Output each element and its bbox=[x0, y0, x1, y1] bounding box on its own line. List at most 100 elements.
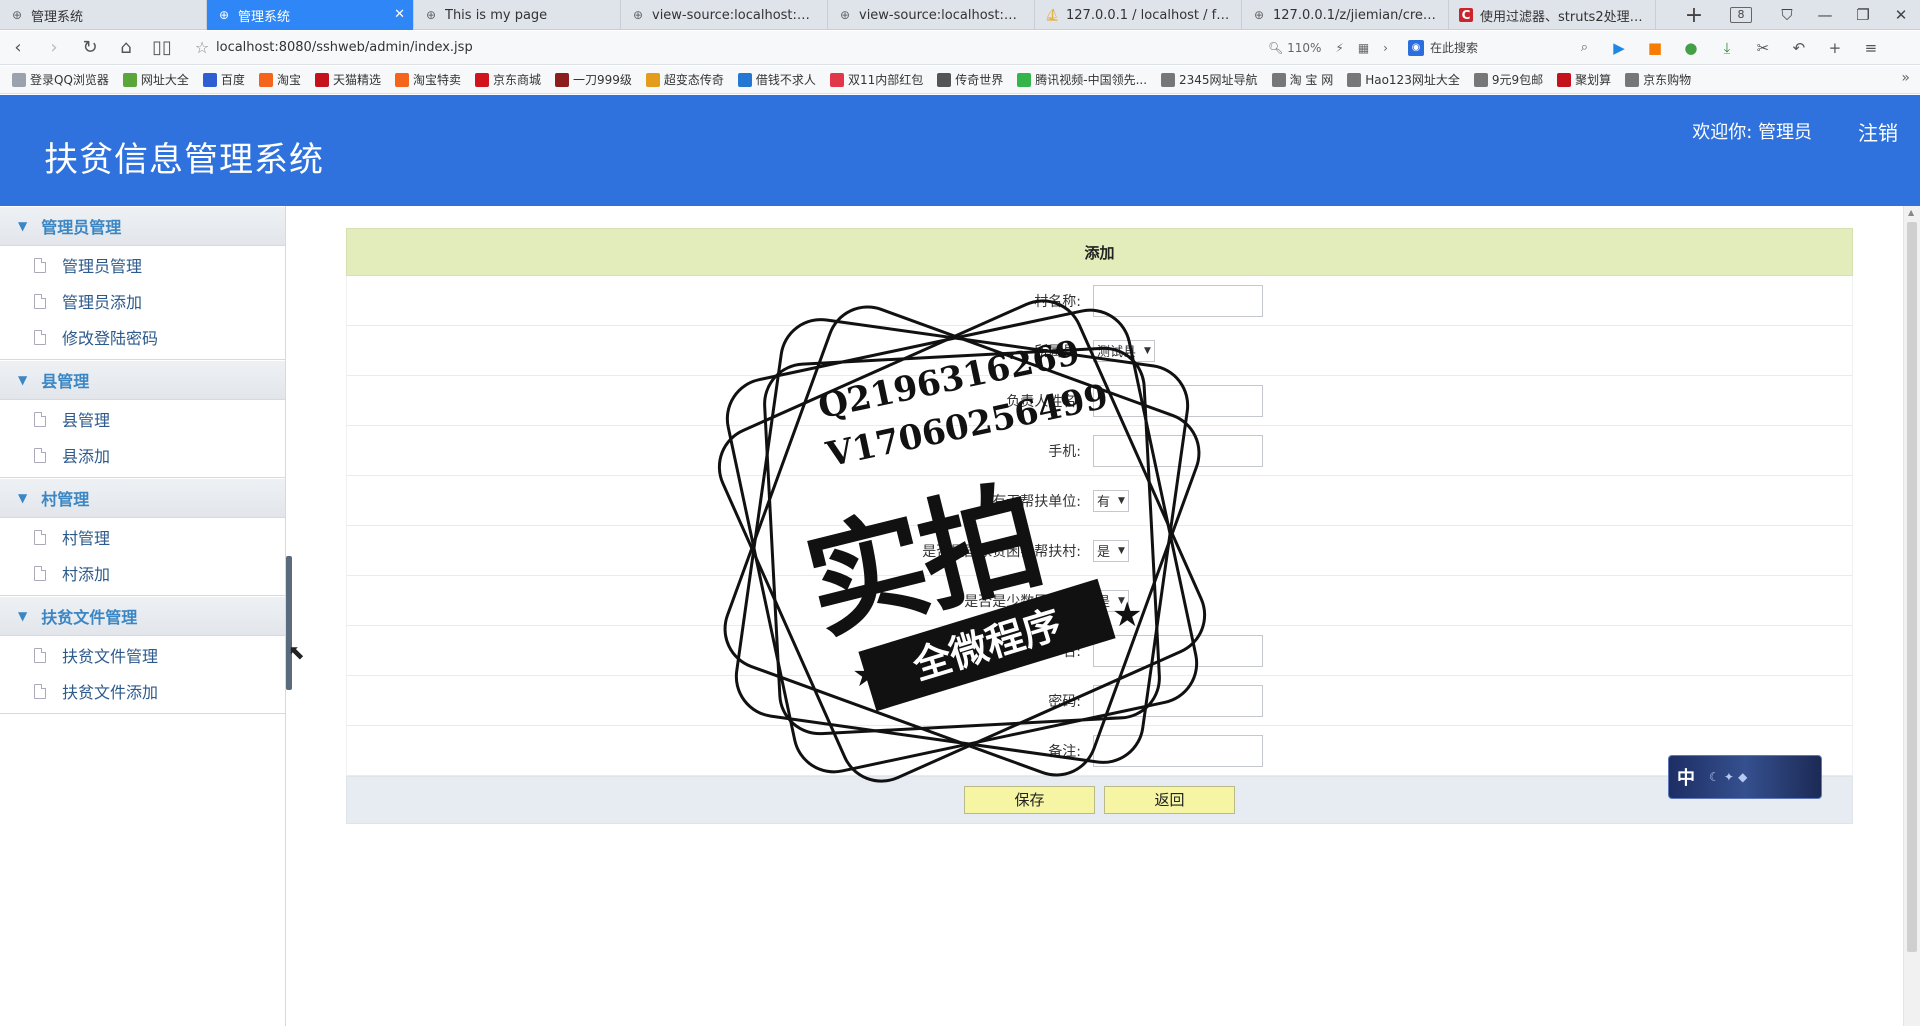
bookmark-item[interactable]: 2345网址导航 bbox=[1161, 71, 1258, 88]
sidebar-item[interactable]: 管理员添加 bbox=[0, 283, 285, 319]
forward-icon[interactable]: › bbox=[36, 37, 72, 58]
bookmark-item[interactable]: 一刀999级 bbox=[555, 71, 632, 88]
text-input[interactable] bbox=[1093, 384, 1263, 417]
download-icon[interactable]: ⤓ bbox=[1716, 37, 1738, 59]
sidebar-item[interactable]: 县管理 bbox=[0, 401, 285, 437]
bookmark-item[interactable]: 京东购物 bbox=[1625, 71, 1691, 88]
grid-icon[interactable]: ▦ bbox=[1358, 41, 1369, 55]
reload-icon[interactable]: ↻ bbox=[72, 37, 108, 58]
close-tab-icon[interactable]: ✕ bbox=[394, 7, 405, 22]
bookmark-item[interactable]: 京东商城 bbox=[474, 71, 541, 88]
wechat-icon[interactable]: ● bbox=[1680, 37, 1702, 59]
select-dropdown[interactable]: 是 ▼ bbox=[1093, 589, 1129, 612]
text-input[interactable] bbox=[1093, 634, 1263, 667]
close-window-button[interactable]: ✕ bbox=[1882, 6, 1920, 24]
add-icon[interactable]: + bbox=[1824, 37, 1846, 59]
search-box[interactable]: ◉ 在此搜索 ⌕ bbox=[1407, 36, 1588, 60]
select-dropdown[interactable]: 是 ▼ bbox=[1093, 539, 1129, 562]
bookmark-star-icon[interactable]: ☆ bbox=[188, 38, 216, 57]
bookmark-item[interactable]: 淘 宝 网 bbox=[1271, 71, 1333, 88]
logout-link[interactable]: 注销 bbox=[1858, 117, 1898, 146]
browser-tab[interactable]: ⊕ 127.0.0.1/z/jiemian/create.p bbox=[1242, 0, 1449, 30]
sidebar-item[interactable]: 扶贫文件管理 bbox=[0, 637, 285, 673]
browser-tab[interactable]: ⛵︎ 127.0.0.1 / localhost / fupin bbox=[1035, 0, 1242, 30]
sidebar-item[interactable]: 县添加 bbox=[0, 437, 285, 473]
save-button[interactable]: 保存 bbox=[964, 786, 1095, 814]
search-icon[interactable]: ⌕ bbox=[1581, 40, 1588, 55]
address-bar[interactable]: ☆ localhost:8080/sshweb/admin/index.jsp bbox=[188, 35, 1248, 61]
browser-tab[interactable]: ⊕ 管理系统 bbox=[0, 0, 207, 30]
back-icon[interactable]: ‹ bbox=[0, 37, 36, 58]
sidebar-splitter-handle[interactable] bbox=[286, 556, 292, 690]
form-label: 有无帮扶单位: bbox=[992, 493, 1081, 510]
sidebar-item[interactable]: 修改登陆密码 bbox=[0, 319, 285, 355]
browser-tab[interactable]: ⊕ view-source:localhost:8080/ bbox=[621, 0, 828, 30]
menu-icon[interactable]: ≡ bbox=[1860, 37, 1882, 59]
globe-icon: ⊕ bbox=[425, 8, 437, 22]
bookmark-item[interactable]: 淘宝 bbox=[258, 71, 301, 88]
browser-tab[interactable]: ⊕ view-source:localhost:8080/ bbox=[828, 0, 1035, 30]
page-scrollbar[interactable]: ▲ bbox=[1903, 206, 1920, 1026]
restore-button[interactable]: ❐ bbox=[1844, 6, 1882, 24]
bookmark-item[interactable]: 双11内部红包 bbox=[829, 71, 923, 88]
minimize-button[interactable]: — bbox=[1806, 6, 1844, 24]
chevron-right-icon[interactable]: › bbox=[1383, 41, 1388, 55]
scroll-up-icon[interactable]: ▲ bbox=[1908, 208, 1914, 217]
bookmark-item[interactable]: 超变态传奇 bbox=[645, 71, 724, 88]
text-input[interactable] bbox=[1093, 734, 1263, 767]
sidebar-group-header[interactable]: ▼ 村管理 bbox=[0, 478, 285, 518]
bookmark-favicon-icon bbox=[1017, 72, 1032, 87]
scissors-icon[interactable]: ✂ bbox=[1752, 37, 1774, 59]
toolbar-extensions: ▶ ■ ● ⤓ ✂ ↶ + ≡ bbox=[1608, 37, 1882, 59]
sidebar-group-header[interactable]: ▼ 管理员管理 bbox=[0, 206, 285, 246]
bookmark-item[interactable]: 淘宝特卖 bbox=[394, 71, 461, 88]
bookmark-item[interactable]: 天猫精选 bbox=[314, 71, 381, 88]
bookmark-item[interactable]: 百度 bbox=[202, 71, 245, 88]
app-header: 扶贫信息管理系统 欢迎你: 管理员 注销 bbox=[0, 95, 1920, 206]
browser-toolbar: ‹ › ↻ ⌂ ▯▯ ☆ localhost:8080/sshweb/admin… bbox=[0, 31, 1920, 65]
text-input[interactable] bbox=[1093, 684, 1263, 717]
sidebar-item-label: 村添加 bbox=[62, 565, 111, 584]
reader-icon[interactable]: ▯▯ bbox=[144, 37, 180, 58]
search-engine-icon[interactable]: ◉ bbox=[1407, 39, 1424, 56]
home-icon[interactable]: ⌂ bbox=[108, 37, 144, 58]
sidebar-group-header[interactable]: ▼ 县管理 bbox=[0, 360, 285, 400]
back-button[interactable]: 返回 bbox=[1104, 786, 1235, 814]
play-icon[interactable]: ▶ bbox=[1608, 37, 1630, 59]
new-tab-button[interactable]: + bbox=[1674, 3, 1714, 28]
bookmark-item[interactable]: 借钱不求人 bbox=[737, 71, 816, 88]
text-input[interactable] bbox=[1093, 284, 1263, 317]
zoom-level[interactable]: 🔍︎ 110% bbox=[1268, 41, 1321, 55]
bookmark-item[interactable]: Hao123网址大全 bbox=[1347, 71, 1460, 88]
bookmark-item[interactable]: 腾讯视频-中国领先... bbox=[1017, 71, 1147, 88]
browser-tab[interactable]: ⊕ This is my page bbox=[414, 0, 621, 30]
ime-widget[interactable]: 中 ☾ ✦ ◆ bbox=[1668, 755, 1822, 799]
bookmark-item[interactable]: 聚划算 bbox=[1557, 71, 1611, 88]
select-dropdown[interactable]: 有 ▼ bbox=[1093, 489, 1129, 512]
select-value: 是 bbox=[1097, 595, 1111, 610]
sidebar-group-header[interactable]: ▼ 扶贫文件管理 bbox=[0, 596, 285, 636]
browser-tab[interactable]: C 使用过滤器、struts2处理乱码 bbox=[1449, 0, 1656, 30]
video-icon[interactable]: ■ bbox=[1644, 37, 1666, 59]
text-input[interactable] bbox=[1093, 434, 1263, 467]
bookmark-item[interactable]: 登录QQ浏览器 bbox=[12, 71, 109, 88]
skin-icon[interactable]: ⛉ bbox=[1768, 6, 1806, 24]
sidebar-item[interactable]: 管理员管理 bbox=[0, 247, 285, 283]
form-field: 有 ▼ bbox=[1093, 489, 1852, 512]
bookmark-label: Hao123网址大全 bbox=[1365, 73, 1460, 87]
sidebar-item[interactable]: 村添加 bbox=[0, 555, 285, 591]
lightning-icon[interactable]: ⚡︎ bbox=[1335, 41, 1343, 55]
tabbar-controls: + 8 ⛉ — ❐ ✕ bbox=[1674, 0, 1920, 30]
more-bookmarks-icon[interactable]: » bbox=[1901, 70, 1910, 86]
select-dropdown[interactable]: 测试县 ▼ bbox=[1093, 339, 1155, 362]
sidebar-item[interactable]: 扶贫文件添加 bbox=[0, 673, 285, 709]
bookmark-item[interactable]: 网址大全 bbox=[122, 71, 189, 88]
url-text[interactable]: localhost:8080/sshweb/admin/index.jsp bbox=[216, 40, 473, 55]
scrollbar-thumb[interactable] bbox=[1907, 222, 1917, 952]
sidebar-item[interactable]: 村管理 bbox=[0, 519, 285, 555]
browser-tab[interactable]: ⊕ 管理系统 ✕ bbox=[207, 0, 414, 30]
undo-icon[interactable]: ↶ bbox=[1788, 37, 1810, 59]
bookmark-item[interactable]: 传奇世界 bbox=[937, 71, 1003, 88]
tab-count-badge[interactable]: 8 bbox=[1730, 7, 1752, 23]
bookmark-item[interactable]: 9元9包邮 bbox=[1473, 71, 1543, 88]
